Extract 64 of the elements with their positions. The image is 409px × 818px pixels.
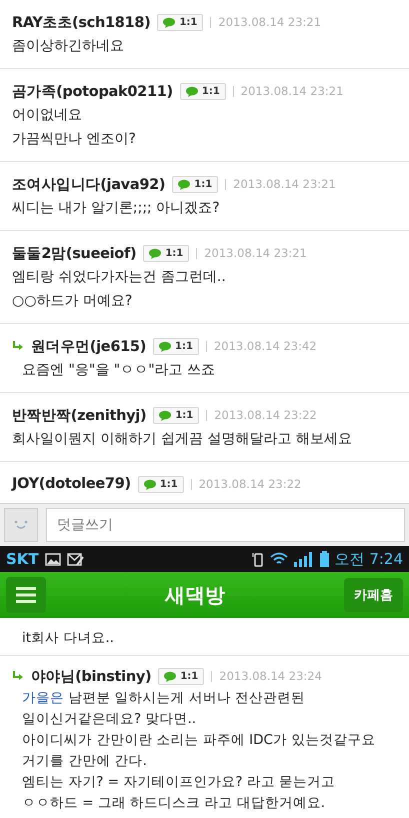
chat-button[interactable]: 1:1 [138,476,184,492]
phone-icon [252,552,264,566]
chat-button[interactable]: 1:1 [153,406,200,424]
clock-time: 오전 7:24 [334,550,403,568]
comment-text: it회사 다녀요.. [22,629,115,648]
author-name[interactable]: 곰가족(potopak0211) [12,82,173,100]
comment-text: ○○하드가 머예요? [12,292,134,311]
comment-text: 회사일이뭔지 이해하기 쉽게끔 설명해달라고 해보세요 [12,430,353,449]
comment-text: 아이디씨가 간만이란 소리는 파주에 IDC가 있는것같구요 [21,731,376,750]
battery-icon [320,551,329,567]
menu-icon [16,587,36,603]
chat-button[interactable]: 1:1 [158,668,204,684]
image-icon [44,552,61,566]
comment-text: 거기를 간만에 간다. [21,752,148,771]
speech-bubble-icon [178,178,192,190]
speech-bubble-icon [186,86,199,96]
chat-button[interactable]: 1:1 [180,82,226,100]
mention-link[interactable]: 가을은 [22,690,64,706]
app-title: 새댁방 [165,582,225,608]
comment-date: 2013.08.14 23:42 [214,339,317,353]
signal-icon [294,552,314,566]
speech-bubble-icon [164,670,178,682]
comment-text: 가끔씩만나 엔조이? [12,130,137,149]
comment-text: 엠티랑 쉬었다가자는건 좀그런데.. [12,268,227,287]
reply-arrow-icon [12,670,24,682]
speech-bubble-icon [144,478,157,490]
envelope-icon [66,552,84,566]
comment-input-field[interactable]: 덧글쓰기 [46,508,405,542]
comment-text: 좀이상하긴하네요 [12,37,125,56]
chat-button[interactable]: 1:1 [157,14,204,30]
reply-arrow-icon [12,340,24,352]
comment-text: 엠티는 자기? = 자기테이프인가요? 라고 묻는거고 [21,773,336,792]
author-name[interactable]: RAY초초(sch1818) [12,12,150,32]
comment-date: 2013.08.14 23:21 [233,177,336,191]
comment-date: 2013.08.14 23:21 [240,84,344,98]
comment-text: ㅇㅇ하드 = 그래 하드디스크 라고 대답한거예요. [21,794,326,813]
comment-date: 2013.08.14 23:21 [204,246,307,260]
carrier-name: SKT [6,550,39,568]
speech-bubble-icon [159,410,172,420]
comment-date: 2013.08.14 23:21 [218,15,322,29]
author-name[interactable]: 반짝반짝(zenithyj) [12,406,146,424]
author-name[interactable]: 원더우먼(je615) [31,336,146,356]
author-name[interactable]: 둘둘2맘(sueeiof) [12,244,136,262]
menu-button[interactable] [6,577,46,613]
chat-button[interactable]: 1:1 [153,338,199,354]
comment-text: 요즘엔 "응"을 "ㅇㅇ"라고 쓰죠 [21,361,216,380]
comment-text: 가을은 남편분 일하시는게 서버나 전산관련된 [21,689,306,708]
comment-date: 2013.08.14 23:22 [198,477,302,491]
comment-date: 2013.08.14 23:22 [214,408,317,422]
comment-text: 어이없네요 [12,106,83,125]
cafe-home-button[interactable]: 카페홈 [344,578,403,612]
chat-button[interactable]: 1:1 [172,176,218,192]
smiley-icon [13,520,29,530]
chat-button[interactable]: 1:1 [143,244,190,262]
comment-text: 일이신거같은데요? 맞다면.. [21,710,198,729]
author-name[interactable]: 야야님(binstiny) [31,666,152,686]
speech-bubble-icon [159,340,172,352]
speech-bubble-icon [163,16,176,28]
author-name[interactable]: 조여사입니다(java92) [12,174,166,194]
wifi-icon [270,552,288,566]
author-name[interactable]: JOY(dotolee79) [12,476,131,492]
speech-bubble-icon [149,248,162,258]
comment-text: 씨디는 내가 알기론;;;; 아니겠죠? [12,199,221,218]
comment-date: 2013.08.14 23:24 [219,669,322,683]
